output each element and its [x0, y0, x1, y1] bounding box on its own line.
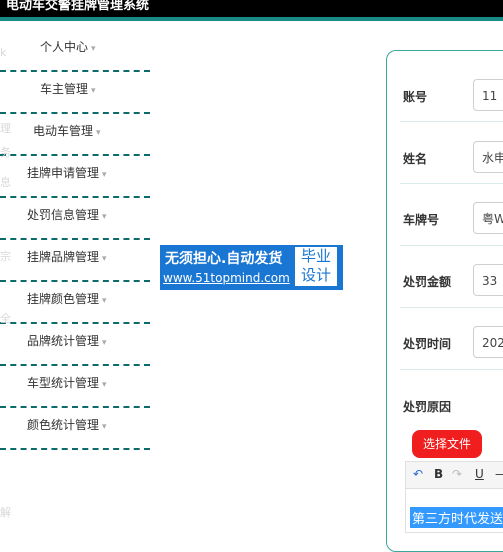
sidebar-item-label: 颜色统计管理 — [27, 418, 100, 432]
sidebar-item-ebike-management[interactable]: 电动车管理 ▾ — [0, 112, 150, 156]
watermark-badge-line1: 毕业 — [300, 247, 331, 265]
watermark-badge: 毕业 设计 — [295, 247, 337, 286]
sidebar-item-label: 挂牌申请管理 — [27, 166, 100, 180]
row-divider — [400, 183, 503, 184]
row-divider — [400, 245, 503, 246]
chevron-down-icon: ▾ — [102, 422, 107, 432]
watermark-badge-line2: 设计 — [300, 266, 331, 284]
sidebar-item-plate-application[interactable]: 挂牌申请管理 ▾ — [0, 154, 150, 198]
sidebar-item-plate-brand[interactable]: 挂牌品牌管理 ▾ — [0, 238, 150, 282]
ghost-text: 理 — [0, 122, 11, 135]
watermark-url: www.51topmind.com — [163, 271, 290, 285]
sidebar-item-label: 处罚信息管理 — [27, 208, 100, 222]
choose-file-button[interactable]: 选择文件 — [412, 430, 482, 458]
chevron-down-icon: ▾ — [91, 44, 96, 54]
bold-button[interactable]: B — [434, 467, 443, 481]
fine-time-field[interactable]: 202 — [473, 326, 503, 358]
sidebar-item-label: 挂牌品牌管理 — [27, 250, 100, 264]
app-title: 电动车交警挂牌管理系统 — [6, 0, 150, 13]
sidebar-item-label: 个人中心 — [40, 40, 89, 54]
fine-amount-field[interactable]: 33 — [473, 264, 503, 296]
account-field[interactable]: 11 — [473, 79, 503, 111]
chevron-down-icon: ▾ — [102, 296, 107, 306]
top-header-bar: 电动车交警挂牌管理系统 — [0, 0, 503, 21]
sidebar-item-owner-management[interactable]: 车主管理 ▾ — [0, 70, 150, 114]
row-divider — [400, 369, 503, 370]
redo-icon[interactable]: ↷ — [452, 467, 462, 481]
sidebar-item-brand-stats[interactable]: 品牌统计管理 ▾ — [0, 322, 150, 366]
sidebar-item-label: 车主管理 — [40, 82, 89, 96]
chevron-down-icon: ▾ — [91, 86, 96, 96]
chevron-down-icon: ▾ — [102, 338, 107, 348]
chevron-down-icon: ▾ — [96, 128, 101, 138]
sidebar-item-personal-center[interactable]: 个人中心 ▾ — [0, 28, 150, 72]
sidebar-item-label: 电动车管理 — [33, 124, 94, 138]
chevron-down-icon: ▾ — [102, 254, 107, 264]
row-divider — [400, 121, 503, 122]
chevron-down-icon: ▾ — [102, 170, 107, 180]
sidebar-item-model-stats[interactable]: 车型统计管理 ▾ — [0, 364, 150, 408]
ghost-text: 解 — [0, 506, 11, 519]
field-label-fine-reason: 处罚原因 — [403, 400, 452, 414]
sidebar: 个人中心 ▾ 车主管理 ▾ 电动车管理 ▾ 挂牌申请管理 ▾ 处罚信息管理 ▾ 挂牌品牌管… — [0, 28, 160, 531]
ghost-text: 宗 — [0, 250, 11, 263]
sidebar-item-label: 挂牌颜色管理 — [27, 292, 100, 306]
editor-selected-text: 第三方时代发送 — [410, 507, 503, 528]
row-divider — [400, 307, 503, 308]
chevron-down-icon: ▾ — [102, 212, 107, 222]
ghost-text: 息 — [0, 176, 11, 189]
strike-button[interactable]: — — [495, 467, 503, 481]
ghost-text: 全 — [0, 312, 11, 325]
sidebar-item-label: 品牌统计管理 — [27, 334, 100, 348]
editor-toolbar: ↶ B ↷ U — — [405, 461, 503, 489]
underline-button[interactable]: U — [475, 467, 484, 481]
chevron-down-icon: ▾ — [102, 380, 107, 390]
ghost-text: 务 — [0, 146, 11, 159]
sidebar-item-plate-color[interactable]: 挂牌颜色管理 ▾ — [0, 280, 150, 324]
watermark-line1: 无须担心.自动发货 — [165, 251, 283, 267]
name-field[interactable]: 水申 — [473, 141, 503, 173]
watermark-banner: 无须担心.自动发货 www.51topmind.com 毕业 设计 — [160, 245, 343, 290]
sidebar-item-label: 车型统计管理 — [27, 376, 100, 390]
sidebar-item-color-stats[interactable]: 颜色统计管理 ▾ — [0, 406, 150, 450]
undo-icon[interactable]: ↶ — [413, 467, 423, 481]
plate-field[interactable]: 粤W — [473, 202, 503, 234]
sidebar-item-penalty-info[interactable]: 处罚信息管理 ▾ — [0, 196, 150, 240]
ghost-text: k — [0, 46, 7, 59]
